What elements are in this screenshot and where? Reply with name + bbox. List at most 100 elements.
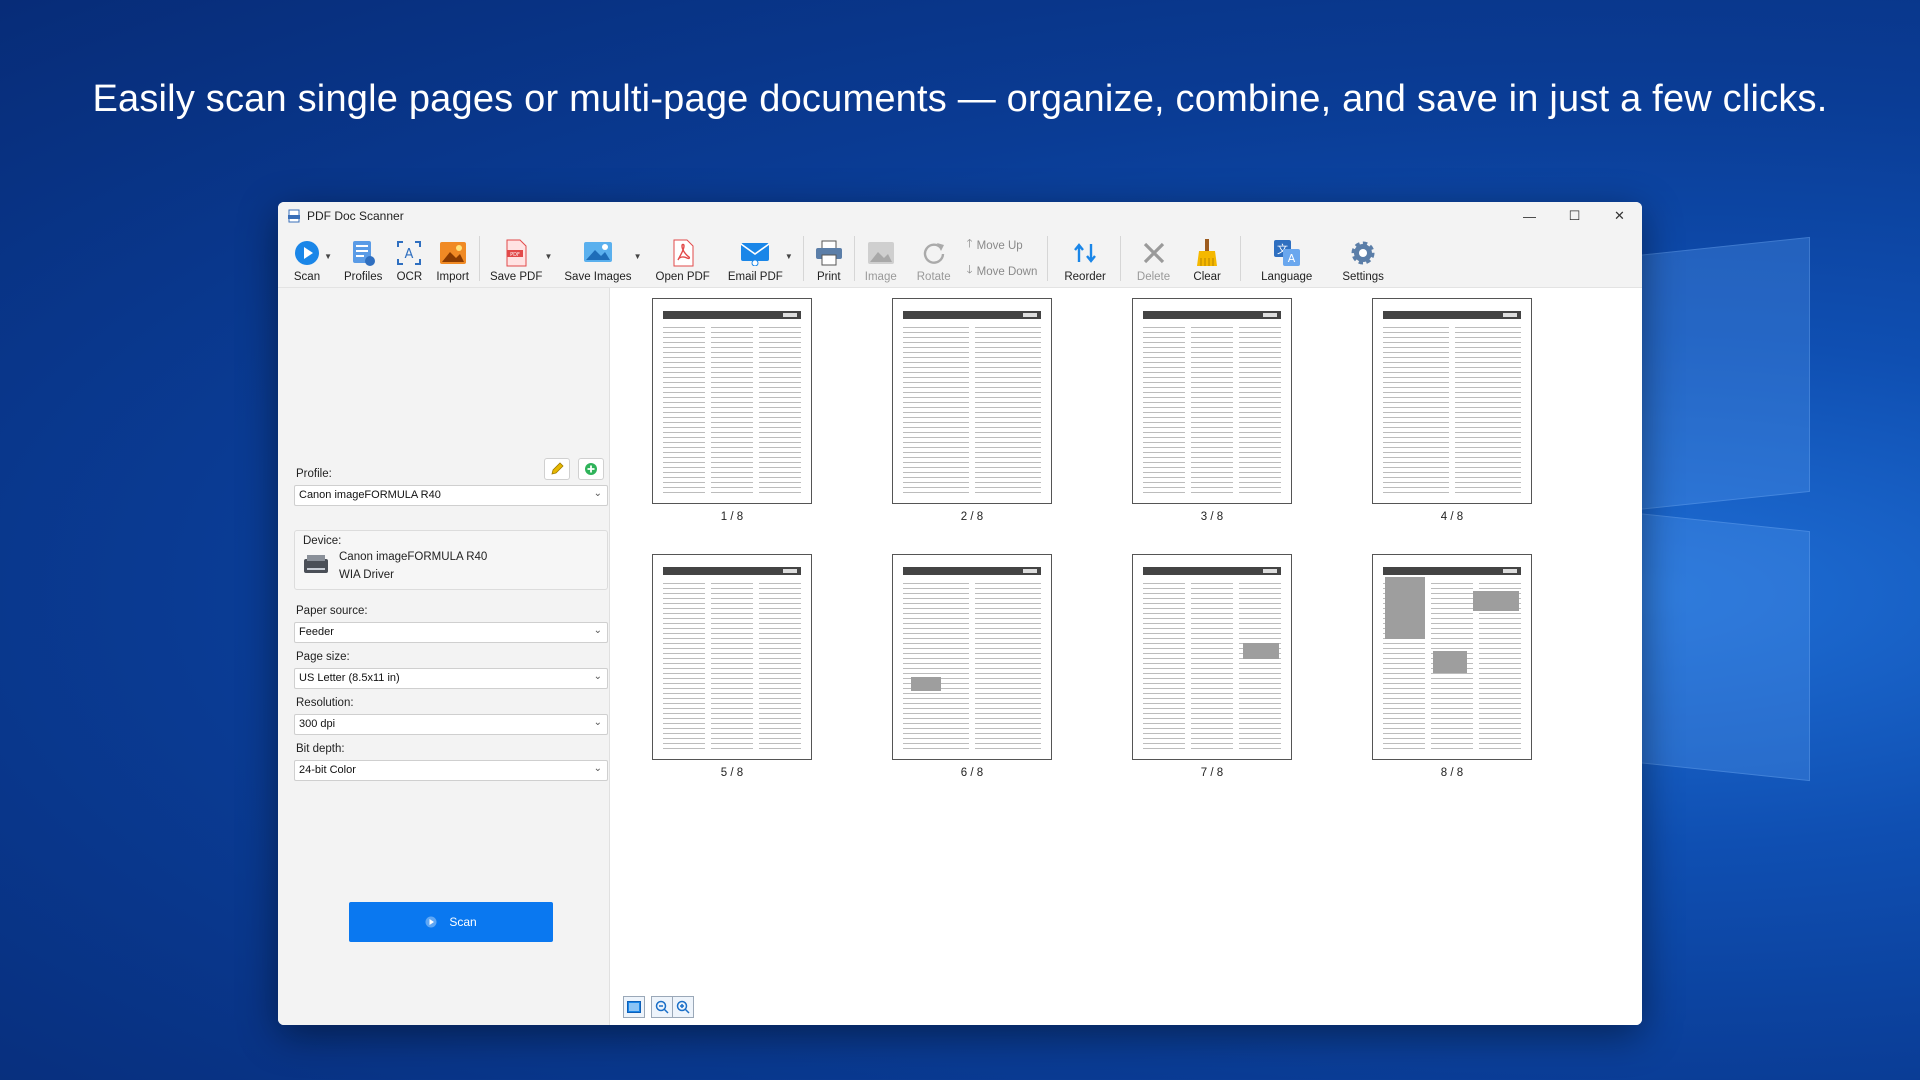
move-down-button[interactable]: 🡓 Move Down [967, 262, 1038, 281]
open-pdf-button[interactable]: Open PDF [650, 230, 716, 287]
resolution-value: 300 dpi [299, 718, 336, 730]
arrow-down-icon: 🡓 [966, 264, 973, 276]
page-thumbnail[interactable] [892, 554, 1052, 760]
move-down-label: Move Down [976, 265, 1038, 278]
thumbnail-view-icon [627, 1001, 641, 1013]
save-pdf-icon: PDF [506, 239, 527, 267]
email-pdf-dropdown-icon[interactable]: ▼ [785, 252, 793, 261]
save-pdf-dropdown-icon[interactable]: ▼ [544, 252, 552, 261]
profile-label: Profile: [296, 468, 332, 480]
settings-label: Settings [1342, 271, 1384, 283]
save-images-label: Save Images [564, 271, 632, 283]
rotate-button[interactable]: Rotate [911, 230, 957, 287]
open-pdf-label: Open PDF [655, 271, 710, 283]
move-up-label: Move Up [976, 239, 1023, 252]
page-thumbnail[interactable] [1372, 554, 1532, 760]
gear-icon [1351, 241, 1375, 265]
clear-button[interactable]: Clear [1186, 230, 1228, 287]
toolbar-separator [802, 236, 804, 281]
add-icon [585, 463, 597, 475]
close-button[interactable]: ✕ [1597, 202, 1642, 230]
profile-select-value: Canon imageFORMULA R40 [299, 489, 441, 501]
device-label: Device: [303, 535, 342, 547]
import-button[interactable]: Import [430, 230, 475, 287]
page-thumbnail[interactable] [892, 298, 1052, 504]
page-number: 5 / 8 [720, 767, 744, 779]
scanner-icon [304, 555, 328, 573]
profiles-icon [353, 241, 376, 266]
move-up-button[interactable]: 🡑 Move Up [967, 236, 1038, 255]
edit-profile-button[interactable] [544, 458, 570, 480]
add-profile-button[interactable] [578, 458, 604, 480]
page-number: 7 / 8 [1200, 767, 1224, 779]
zoom-out-button[interactable] [651, 996, 673, 1018]
print-label: Print [816, 271, 841, 283]
save-pdf-button[interactable]: PDF Save PDF ▼ [484, 230, 552, 287]
bit-depth-value: 24-bit Color [299, 764, 356, 776]
save-images-dropdown-icon[interactable]: ▼ [634, 252, 642, 261]
import-label: Import [436, 271, 469, 283]
rotate-label: Rotate [916, 271, 951, 283]
page-size-value: US Letter (8.5x11 in) [299, 672, 400, 684]
scan-settings-panel: Profile: Canon imageFORMULA R40 ⌄ Device… [278, 288, 610, 1025]
reorder-icon [1074, 243, 1097, 263]
paper-source-select[interactable]: Feeder ⌄ [294, 622, 608, 643]
image-button[interactable]: Image [859, 230, 903, 287]
reorder-button[interactable]: Reorder [1058, 230, 1112, 287]
page-thumbnail[interactable] [1132, 298, 1292, 504]
app-icon [288, 209, 300, 223]
email-pdf-button[interactable]: Email PDF ▼ [722, 230, 793, 287]
image-icon [867, 242, 894, 264]
profile-select[interactable]: Canon imageFORMULA R40 ⌄ [294, 485, 608, 506]
minimize-button[interactable]: — [1507, 202, 1552, 230]
bit-depth-select[interactable]: 24-bit Color ⌄ [294, 760, 608, 781]
clear-icon [1197, 239, 1218, 266]
page-number: 2 / 8 [960, 511, 984, 523]
resolution-select[interactable]: 300 dpi ⌄ [294, 714, 608, 735]
scan-icon [295, 241, 319, 265]
pencil-icon [551, 462, 564, 475]
print-button[interactable]: Print [808, 230, 850, 287]
delete-label: Delete [1136, 271, 1171, 283]
marketing-headline: Easily scan single pages or multi-page d… [92, 78, 1828, 120]
page-thumbnail[interactable] [652, 554, 812, 760]
play-icon [425, 916, 437, 928]
chevron-down-icon: ⌄ [593, 671, 602, 682]
page-thumbnail[interactable] [1372, 298, 1532, 504]
reorder-label: Reorder [1064, 271, 1106, 283]
language-icon: 文A [1273, 240, 1300, 266]
scan-dropdown-icon[interactable]: ▼ [324, 252, 332, 261]
zoom-out-icon [655, 1000, 669, 1014]
toolbar-separator [1119, 236, 1121, 281]
zoom-in-button[interactable] [672, 996, 694, 1018]
save-images-button[interactable]: Save Images ▼ [558, 230, 642, 287]
paper-source-label: Paper source: [296, 605, 368, 617]
open-pdf-icon [673, 239, 694, 267]
arrow-up-icon: 🡑 [966, 238, 973, 250]
language-button[interactable]: 文A Language [1255, 230, 1318, 287]
save-images-icon [583, 242, 612, 262]
page-number: 4 / 8 [1440, 511, 1464, 523]
chevron-down-icon: ⌄ [593, 717, 602, 728]
page-thumbnail[interactable] [652, 298, 812, 504]
import-icon [439, 242, 466, 264]
page-thumbnail[interactable] [1132, 554, 1292, 760]
delete-button[interactable]: Delete [1131, 230, 1176, 287]
svg-text:A: A [1287, 252, 1295, 265]
scan-button[interactable]: Scan [349, 902, 553, 942]
settings-button[interactable]: Settings [1336, 230, 1390, 287]
ocr-button[interactable]: A OCR [388, 230, 430, 287]
bit-depth-label: Bit depth: [296, 743, 345, 755]
chevron-down-icon: ⌄ [593, 488, 602, 499]
maximize-button[interactable]: ☐ [1552, 202, 1597, 230]
scan-toolbar-button[interactable]: Scan ▼ [286, 230, 332, 287]
view-mode-button[interactable] [623, 996, 645, 1018]
move-controls: 🡑 Move Up 🡓 Move Down [961, 230, 1044, 287]
ocr-icon: A [397, 241, 422, 265]
profiles-button[interactable]: Profiles [338, 230, 388, 287]
toolbar-separator [1240, 236, 1242, 281]
svg-text:A: A [405, 247, 414, 262]
language-label: Language [1261, 271, 1313, 283]
print-icon [815, 240, 842, 266]
page-size-select[interactable]: US Letter (8.5x11 in) ⌄ [294, 668, 608, 689]
